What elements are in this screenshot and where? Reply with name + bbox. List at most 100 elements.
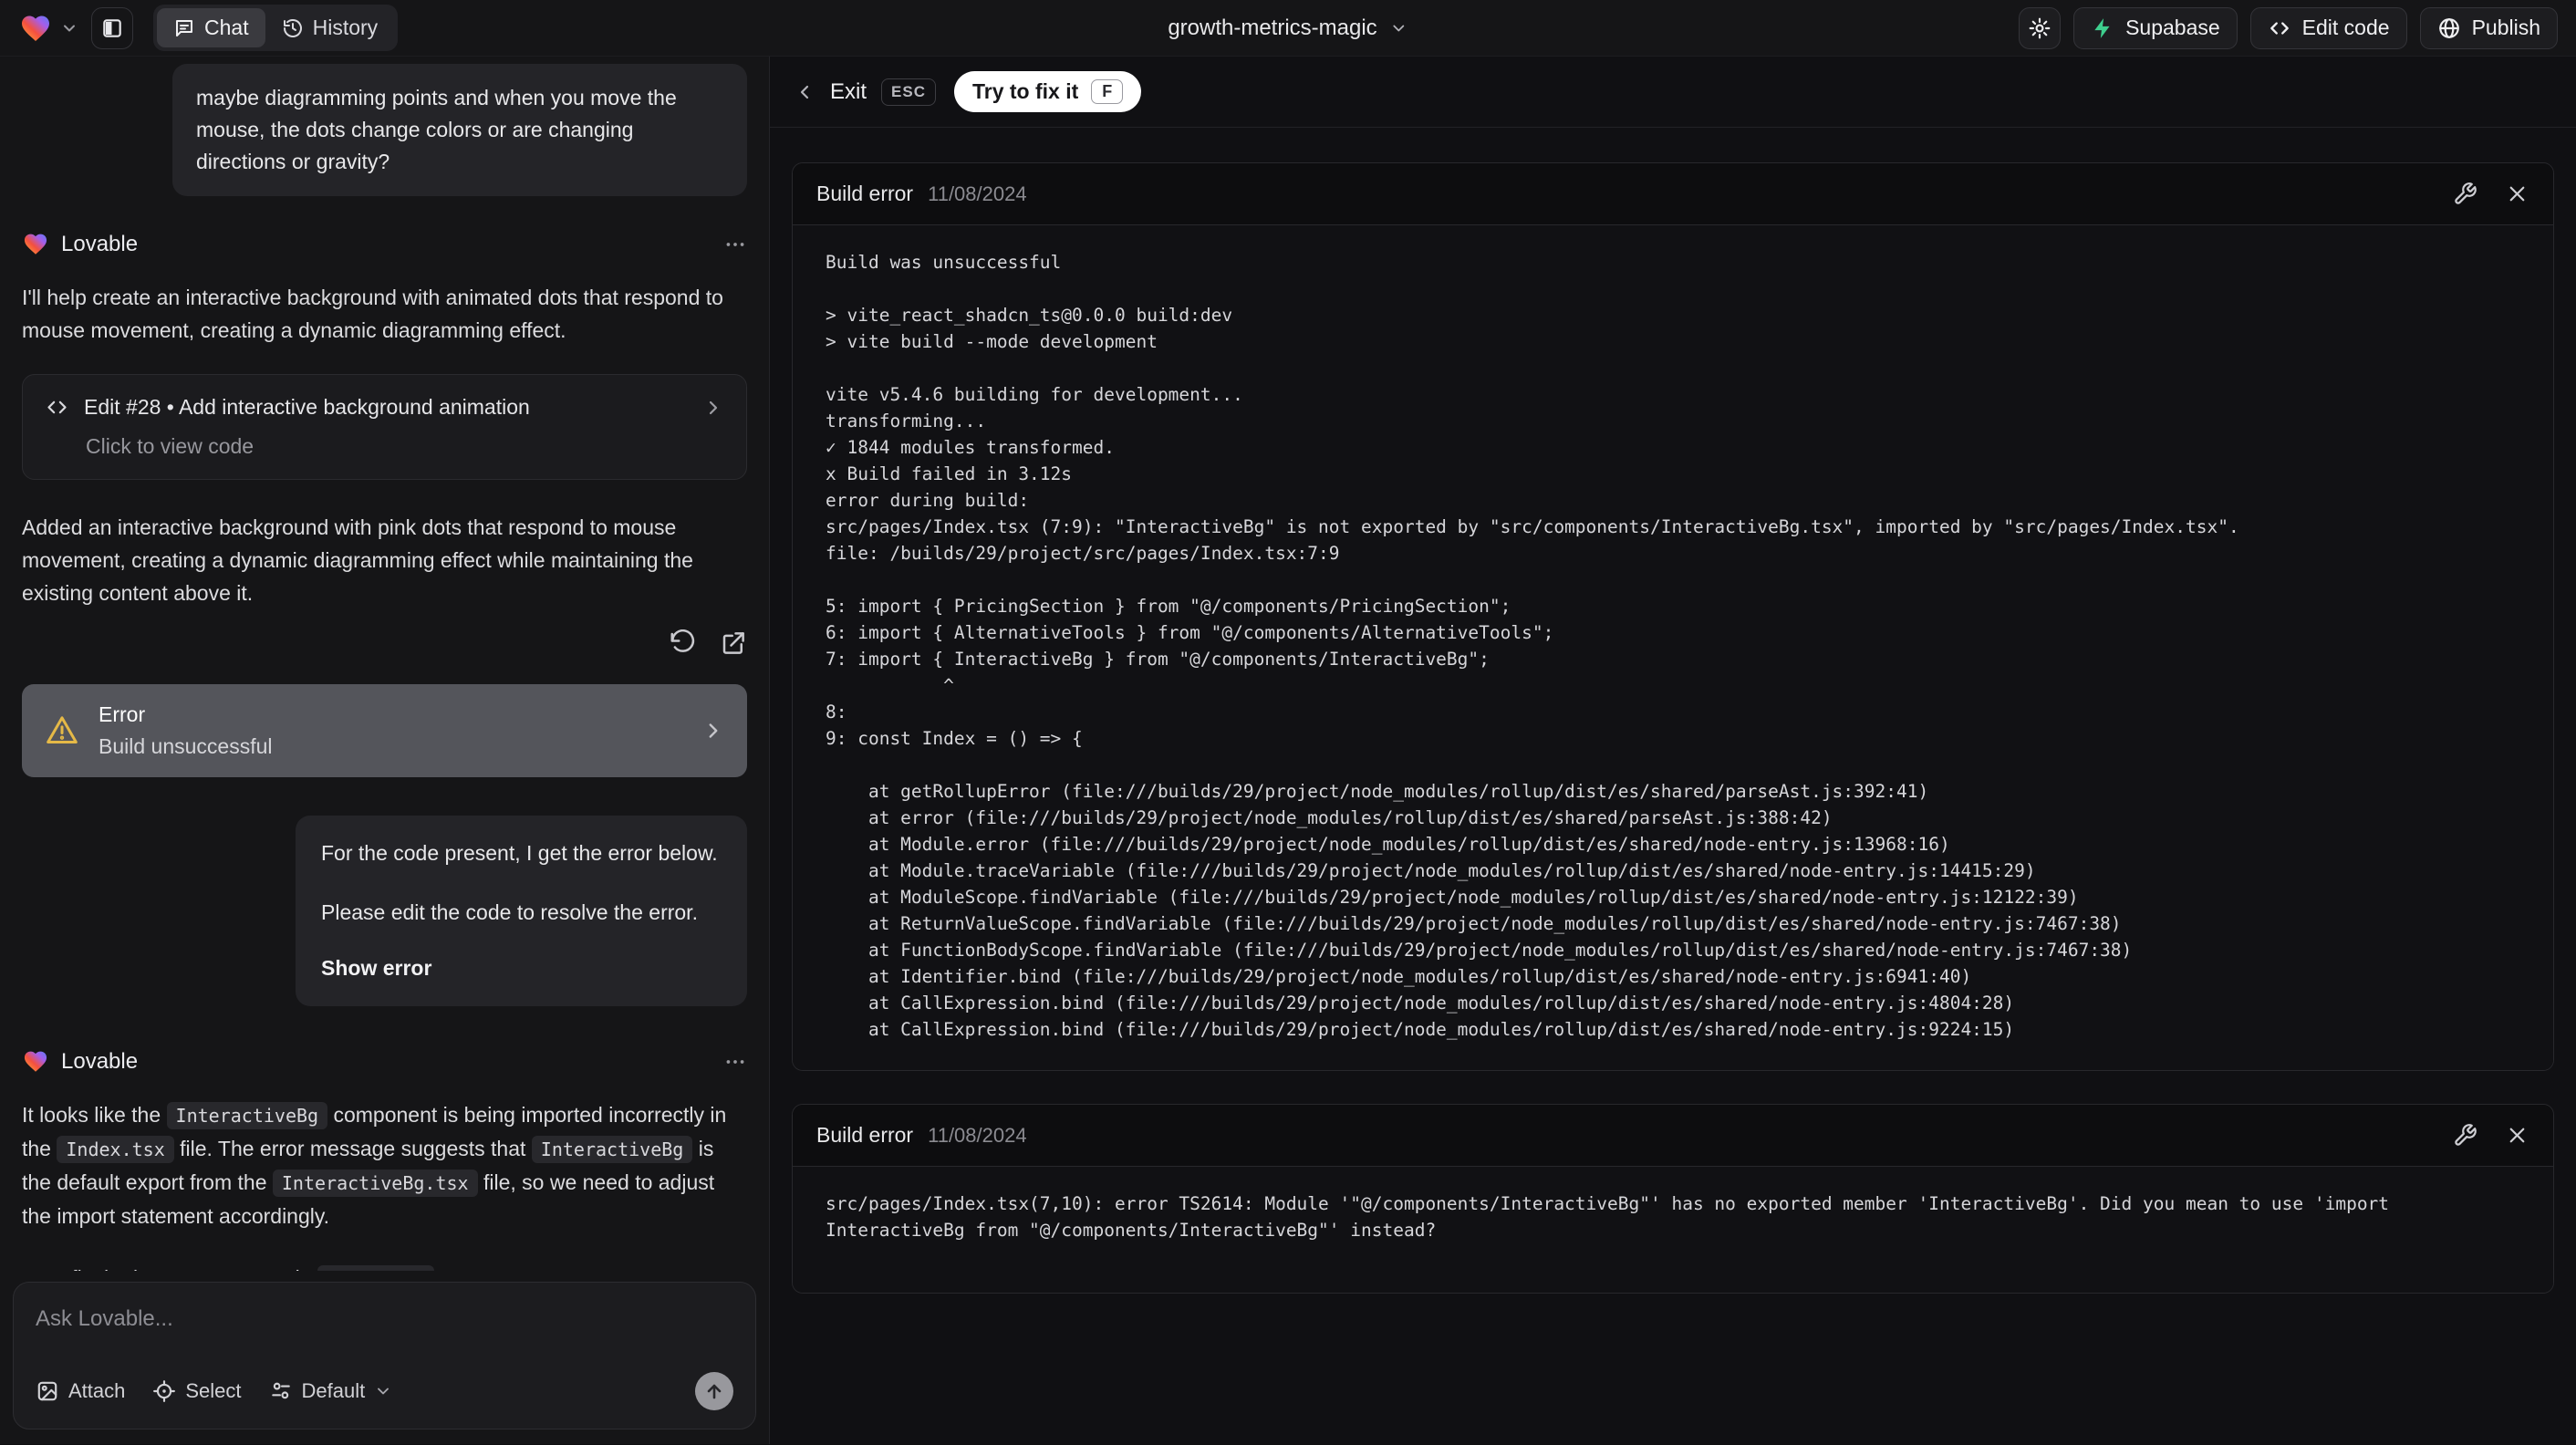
tab-history-label: History (312, 16, 379, 39)
lovable-heart-icon (22, 1048, 49, 1075)
user-message-text: maybe diagramming points and when you mo… (196, 86, 677, 173)
assistant-header: Lovable (22, 231, 747, 257)
restore-version-icon[interactable] (669, 629, 696, 657)
tab-chat-label: Chat (204, 16, 249, 39)
message-menu-button[interactable] (723, 233, 747, 256)
build-error-log: src/pages/Index.tsx(7,10): error TS2614:… (826, 1193, 2400, 1241)
user-message: maybe diagramming points and when you mo… (172, 64, 747, 196)
code-brackets-icon (2268, 16, 2291, 40)
supabase-bolt-icon (2091, 16, 2114, 40)
history-clock-icon (282, 17, 304, 39)
chevron-down-icon (374, 1382, 392, 1400)
build-error-card[interactable]: Error Build unsuccessful (22, 684, 747, 777)
attach-button[interactable]: Attach (36, 1379, 125, 1403)
exit-label: Exit (830, 78, 867, 104)
warning-triangle-icon (44, 712, 80, 749)
mode-dropdown[interactable]: Default (269, 1379, 393, 1403)
assistant-fix-statement: Let's fix the import statement in Index.… (22, 1262, 747, 1271)
panel-title: Build error (816, 1123, 914, 1147)
settings-button[interactable] (2019, 6, 2062, 49)
publish-label: Publish (2471, 16, 2540, 39)
lovable-heart-logo (18, 12, 53, 45)
show-error-link[interactable]: Show error (321, 952, 722, 984)
message-actions (22, 629, 747, 657)
user-message-p1: For the code present, I get the error be… (321, 841, 718, 865)
project-name: growth-metrics-magic (1168, 15, 1377, 40)
esc-key-badge: ESC (881, 78, 936, 106)
panel-title: Build error (816, 182, 914, 205)
globe-icon (2437, 16, 2461, 40)
build-error-log-container[interactable]: Build was unsuccessful > vite_react_shad… (793, 225, 2553, 1070)
build-error-panel-header: Build error 11/08/2024 (793, 163, 2553, 225)
chat-history-tab-group: Chat History (153, 5, 399, 51)
tab-chat[interactable]: Chat (157, 8, 265, 47)
chevron-left-icon (794, 81, 815, 103)
select-button[interactable]: Select (152, 1379, 242, 1403)
chat-bubble-icon (173, 17, 195, 39)
close-icon[interactable] (2505, 1123, 2529, 1148)
send-button[interactable] (695, 1372, 733, 1410)
user-message: For the code present, I get the error be… (296, 816, 747, 1006)
chevron-down-icon (60, 19, 78, 37)
publish-button[interactable]: Publish (2419, 6, 2558, 49)
assistant-summary-text: Added an interactive background with pin… (22, 515, 693, 605)
fix-wrench-icon[interactable] (2453, 1123, 2477, 1148)
inline-code: Index.tsx (57, 1136, 174, 1163)
lovable-heart-icon (22, 231, 49, 257)
select-label: Select (185, 1379, 242, 1402)
try-to-fix-button[interactable]: Try to fix it F (953, 71, 1142, 112)
preview-body: Build error 11/08/2024 Build was unsucce… (770, 128, 2576, 1361)
lovable-logo-menu[interactable] (18, 12, 78, 45)
arrow-up-icon (703, 1380, 725, 1402)
preview-header: Exit ESC Try to fix it F (770, 57, 2576, 128)
inline-code: InteractiveBg (531, 1136, 693, 1163)
assistant-header: Lovable (22, 1048, 747, 1075)
chat-scroll-area[interactable]: maybe diagramming points and when you mo… (0, 57, 769, 1271)
chat-panel: maybe diagramming points and when you mo… (0, 57, 770, 1444)
supabase-button[interactable]: Supabase (2073, 6, 2238, 49)
build-error-log-container[interactable]: src/pages/Index.tsx(7,10): error TS2614:… (793, 1167, 2553, 1293)
assistant-name: Lovable (61, 1048, 139, 1074)
assistant-fix-explanation: It looks like the InteractiveBg componen… (22, 1102, 727, 1228)
chevron-right-icon (702, 397, 724, 419)
inline-code: InteractiveBg.tsx (272, 1170, 478, 1197)
message-menu-button[interactable] (723, 1050, 747, 1074)
close-icon[interactable] (2505, 182, 2529, 206)
tab-history[interactable]: History (265, 8, 395, 47)
assistant-name: Lovable (61, 231, 139, 256)
error-card-subtitle: Build unsuccessful (99, 734, 273, 758)
chat-input-box[interactable]: Ask Lovable... Attach Select Default (13, 1282, 756, 1429)
edit-28-title: Edit #28 • Add interactive background an… (84, 395, 530, 419)
top-bar: Chat History growth-metrics-magic Supaba… (0, 0, 2576, 57)
build-error-panel-header: Build error 11/08/2024 (793, 1105, 2553, 1167)
edit-28-card[interactable]: Edit #28 • Add interactive background an… (22, 374, 747, 480)
build-error-panel-2: Build error 11/08/2024 src/pages/Index.t… (792, 1104, 2554, 1294)
try-to-fix-label: Try to fix it (971, 79, 1079, 103)
build-error-log: Build was unsuccessful > vite_react_shad… (826, 252, 2239, 1040)
supabase-label: Supabase (2125, 16, 2220, 39)
user-message-p2: Please edit the code to resolve the erro… (321, 900, 698, 924)
code-brackets-icon (45, 395, 69, 420)
error-preview-panel: Exit ESC Try to fix it F Build error 11/… (770, 57, 2576, 1444)
chevron-down-icon (1390, 19, 1408, 37)
panel-date: 11/08/2024 (928, 1123, 1027, 1147)
sidebar-panel-icon (100, 16, 124, 40)
inline-code: InteractiveBg (166, 1102, 328, 1129)
chevron-right-icon (701, 719, 725, 743)
mode-label: Default (301, 1379, 366, 1402)
exit-button[interactable]: Exit ESC (794, 78, 936, 106)
sliders-icon (269, 1379, 293, 1403)
chat-input[interactable]: Ask Lovable... (36, 1306, 733, 1332)
open-preview-icon[interactable] (720, 629, 747, 657)
image-icon (36, 1379, 59, 1403)
project-switcher[interactable]: growth-metrics-magic (1168, 16, 1407, 41)
edit-code-button[interactable]: Edit code (2249, 6, 2407, 49)
gear-icon (2028, 16, 2051, 40)
edit-28-subtitle: Click to view code (86, 434, 254, 458)
f-key-badge: F (1091, 79, 1124, 104)
fix-wrench-icon[interactable] (2453, 182, 2477, 206)
target-icon (152, 1379, 176, 1403)
build-error-panel-1: Build error 11/08/2024 Build was unsucce… (792, 162, 2554, 1071)
toggle-sidebar-button[interactable] (91, 6, 133, 49)
assistant-intro-text: I'll help create an interactive backgrou… (22, 286, 723, 342)
